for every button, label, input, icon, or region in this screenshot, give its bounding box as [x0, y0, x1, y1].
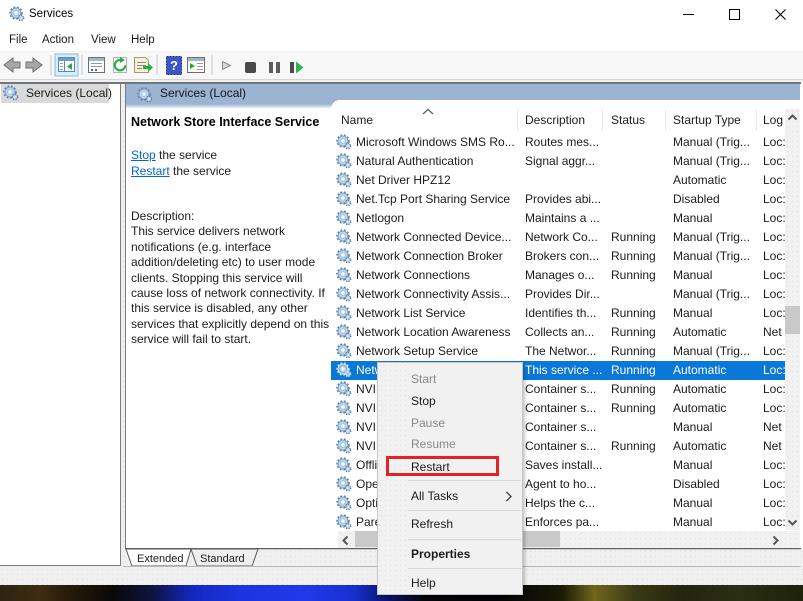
svg-text:Standard: Standard [200, 553, 245, 565]
svg-text:?: ? [170, 58, 178, 73]
svg-text:Extended: Extended [137, 553, 183, 565]
